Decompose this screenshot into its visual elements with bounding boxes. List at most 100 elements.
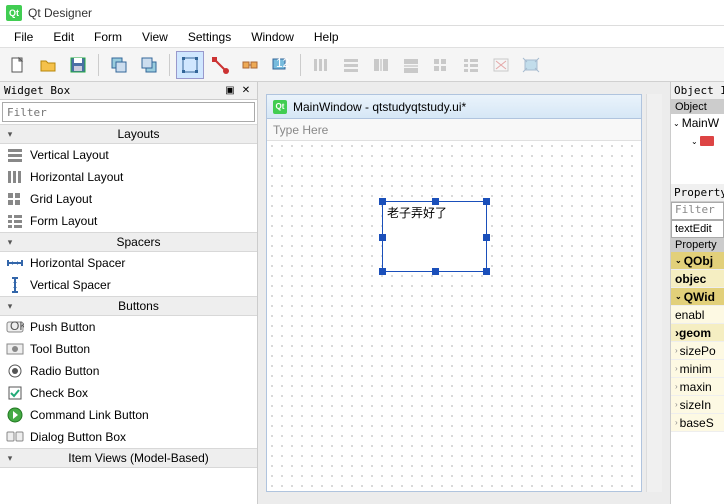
- chevron-down-icon[interactable]: ▾: [0, 237, 20, 248]
- chevron-down-icon[interactable]: ⌄: [675, 292, 682, 301]
- wb-category-item-views-model-based-[interactable]: ▾Item Views (Model-Based): [0, 448, 257, 468]
- object-tree-header[interactable]: Object: [671, 100, 724, 114]
- chevron-down-icon[interactable]: ▾: [0, 129, 20, 140]
- toolbar-send-back-button[interactable]: [105, 51, 133, 79]
- property-row[interactable]: ›baseS: [671, 414, 724, 432]
- chevron-right-icon[interactable]: ›: [675, 400, 678, 409]
- resize-handle-w[interactable]: [379, 234, 386, 241]
- object-tree-row[interactable]: ⌄MainW: [671, 114, 724, 132]
- wb-item-label: Check Box: [30, 386, 88, 400]
- wb-item-check-box[interactable]: Check Box: [0, 382, 257, 404]
- property-name: objec: [675, 272, 706, 286]
- wb-item-label: Vertical Layout: [30, 148, 109, 162]
- panel-close-icon[interactable]: ✕: [239, 84, 253, 98]
- design-area: Qt MainWindow - qtstudyqtstudy.ui* Type …: [258, 82, 670, 504]
- chevron-right-icon[interactable]: ›: [675, 346, 678, 355]
- resize-handle-se[interactable]: [483, 268, 490, 275]
- wb-item-label: Push Button: [30, 320, 95, 334]
- wb-item-radio-button[interactable]: Radio Button: [0, 360, 257, 382]
- spacer-h-icon: [6, 254, 24, 272]
- toolbar-new-button[interactable]: [4, 51, 32, 79]
- menu-view[interactable]: View: [132, 28, 178, 46]
- push-btn-icon: OK: [6, 318, 24, 336]
- layout-v-icon: [6, 146, 24, 164]
- property-row[interactable]: ›sizeIn: [671, 396, 724, 414]
- panel-float-icon[interactable]: ▣: [223, 84, 237, 98]
- toolbar-layout-grid-button: [427, 51, 455, 79]
- toolbar-edit-tab-order-button[interactable]: 123: [266, 51, 294, 79]
- toolbar-layout-vsplit-button: [397, 51, 425, 79]
- property-row[interactable]: ⌄QObj: [671, 252, 724, 270]
- chevron-right-icon[interactable]: ›: [675, 418, 678, 427]
- chevron-down-icon[interactable]: ⌄: [673, 119, 680, 128]
- property-col-header[interactable]: Property: [671, 238, 724, 252]
- widget-box-filter-input[interactable]: [2, 102, 255, 122]
- chevron-down-icon[interactable]: ▾: [0, 453, 20, 464]
- form-scrollbar[interactable]: [646, 94, 662, 492]
- wb-item-command-link-button[interactable]: Command Link Button: [0, 404, 257, 426]
- toolbar-bring-front-button[interactable]: [135, 51, 163, 79]
- form-menubar[interactable]: Type Here: [267, 119, 641, 141]
- wb-item-grid-layout[interactable]: Grid Layout: [0, 188, 257, 210]
- tool-btn-icon: [6, 340, 24, 358]
- resize-handle-s[interactable]: [432, 268, 439, 275]
- toolbar-layout-v-button: [337, 51, 365, 79]
- wb-item-vertical-spacer[interactable]: Vertical Spacer: [0, 274, 257, 296]
- toolbar-save-button[interactable]: [64, 51, 92, 79]
- form-window: Qt MainWindow - qtstudyqtstudy.ui* Type …: [266, 94, 642, 492]
- resize-handle-e[interactable]: [483, 234, 490, 241]
- wb-item-label: Vertical Spacer: [30, 278, 111, 292]
- object-tree-row[interactable]: ⌄: [671, 132, 724, 150]
- menu-file[interactable]: File: [4, 28, 43, 46]
- wb-item-label: Form Layout: [30, 214, 97, 228]
- wb-item-form-layout[interactable]: Form Layout: [0, 210, 257, 232]
- form-menubar-hint[interactable]: Type Here: [273, 123, 328, 137]
- wb-item-horizontal-layout[interactable]: Horizontal Layout: [0, 166, 257, 188]
- property-row[interactable]: ›minim: [671, 360, 724, 378]
- menu-window[interactable]: Window: [241, 28, 304, 46]
- selected-textedit-widget[interactable]: 老子弄好了: [382, 201, 487, 272]
- wb-category-layouts[interactable]: ▾Layouts: [0, 124, 257, 144]
- property-row[interactable]: objec: [671, 270, 724, 288]
- qt-logo-icon: Qt: [273, 100, 287, 114]
- edit-buddies-icon: [241, 56, 259, 74]
- property-row[interactable]: ›sizePo: [671, 342, 724, 360]
- resize-handle-nw[interactable]: [379, 198, 386, 205]
- design-canvas[interactable]: 老子弄好了: [267, 141, 641, 491]
- wb-item-tool-button[interactable]: Tool Button: [0, 338, 257, 360]
- wb-item-vertical-layout[interactable]: Vertical Layout: [0, 144, 257, 166]
- property-filter-input[interactable]: Filter: [671, 202, 724, 220]
- toolbar-edit-widgets-button[interactable]: [176, 51, 204, 79]
- chevron-down-icon[interactable]: ⌄: [691, 137, 698, 146]
- wb-category-buttons[interactable]: ▾Buttons: [0, 296, 257, 316]
- menu-settings[interactable]: Settings: [178, 28, 241, 46]
- property-row[interactable]: ›maxin: [671, 378, 724, 396]
- chevron-right-icon[interactable]: ›: [675, 382, 678, 391]
- chevron-down-icon[interactable]: ⌄: [675, 256, 682, 265]
- titlebar: Qt Qt Designer: [0, 0, 724, 26]
- menu-form[interactable]: Form: [84, 28, 132, 46]
- textedit-content[interactable]: 老子弄好了: [383, 202, 486, 223]
- wb-item-horizontal-spacer[interactable]: Horizontal Spacer: [0, 252, 257, 274]
- workspace: Widget Box ▣ ✕ ▾LayoutsVertical LayoutHo…: [0, 82, 724, 504]
- wb-item-push-button[interactable]: OK Push Button: [0, 316, 257, 338]
- edit-widgets-icon: [181, 56, 199, 74]
- property-row[interactable]: enabl: [671, 306, 724, 324]
- spacer-v-icon: [6, 276, 24, 294]
- resize-handle-ne[interactable]: [483, 198, 490, 205]
- toolbar-edit-signals-button[interactable]: [206, 51, 234, 79]
- toolbar-open-button[interactable]: [34, 51, 62, 79]
- chevron-down-icon[interactable]: ▾: [0, 301, 20, 312]
- property-row[interactable]: ⌄QWid: [671, 288, 724, 306]
- resize-handle-sw[interactable]: [379, 268, 386, 275]
- menu-help[interactable]: Help: [304, 28, 349, 46]
- menu-edit[interactable]: Edit: [43, 28, 84, 46]
- wb-category-label: Layouts: [20, 127, 257, 141]
- wb-item-dialog-button-box[interactable]: Dialog Button Box: [0, 426, 257, 448]
- property-object-selector[interactable]: textEdit: [671, 220, 724, 238]
- toolbar-edit-buddies-button[interactable]: [236, 51, 264, 79]
- property-row[interactable]: ›geom: [671, 324, 724, 342]
- wb-category-spacers[interactable]: ▾Spacers: [0, 232, 257, 252]
- resize-handle-n[interactable]: [432, 198, 439, 205]
- chevron-right-icon[interactable]: ›: [675, 364, 678, 373]
